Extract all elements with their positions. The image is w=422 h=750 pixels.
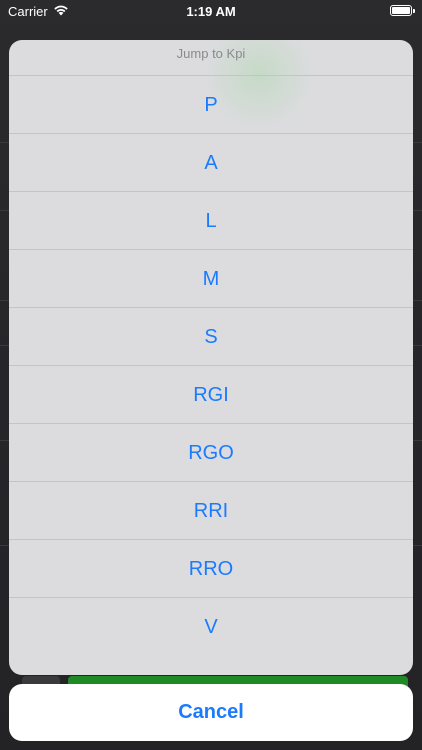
option-rro[interactable]: RRO <box>9 539 413 597</box>
option-rgi[interactable]: RGI <box>9 365 413 423</box>
option-m[interactable]: M <box>9 249 413 307</box>
action-sheet: Jump to Kpi P A L M S RGI RGO RRI RRO V <box>9 40 413 675</box>
option-s[interactable]: S <box>9 307 413 365</box>
status-time: 1:19 AM <box>186 4 236 19</box>
status-bar: Carrier 1:19 AM <box>0 0 422 22</box>
option-p[interactable]: P <box>9 75 413 133</box>
option-rri[interactable]: RRI <box>9 481 413 539</box>
action-sheet-options: P A L M S RGI RGO RRI RRO V <box>9 75 413 655</box>
option-a[interactable]: A <box>9 133 413 191</box>
battery-icon <box>390 5 415 16</box>
option-l[interactable]: L <box>9 191 413 249</box>
cancel-button[interactable]: Cancel <box>9 684 413 741</box>
option-v[interactable]: V <box>9 597 413 655</box>
option-rgo[interactable]: RGO <box>9 423 413 481</box>
action-sheet-title: Jump to Kpi <box>176 46 246 61</box>
